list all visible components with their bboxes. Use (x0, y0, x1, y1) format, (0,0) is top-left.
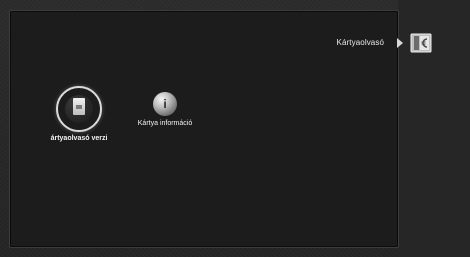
menu-item-label: Kártya információ (137, 120, 193, 127)
card-icon (73, 98, 85, 115)
menu-item-card-reader-version[interactable]: ártyaolvasó verzi (38, 86, 120, 142)
menu-item-label: ártyaolvasó verzi (50, 135, 108, 142)
icon-wrapper: i (152, 91, 178, 117)
selected-icon-wrapper (56, 86, 102, 132)
section-title: Kártyaolvasó (336, 38, 384, 47)
menu-item-card-info[interactable]: i Kártya információ (126, 91, 204, 127)
pointer-arrow-icon (397, 38, 403, 48)
right-side-strip (398, 0, 470, 257)
card-reader-icon (410, 33, 432, 53)
info-icon: i (163, 97, 167, 111)
